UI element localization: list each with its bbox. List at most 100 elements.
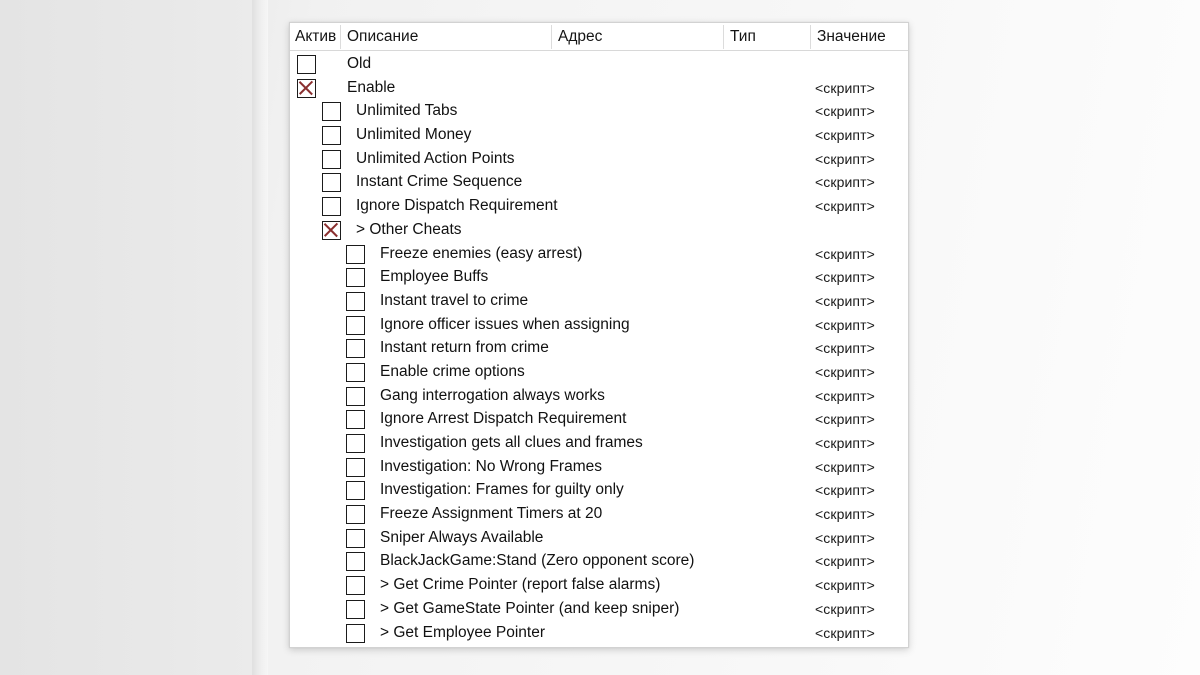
checkbox-checked[interactable] bbox=[322, 220, 341, 240]
column-header-type[interactable]: Тип bbox=[730, 27, 756, 46]
checkbox-unchecked[interactable] bbox=[346, 362, 365, 382]
table-row[interactable]: Ignore Dispatch Requirement <скрипт> bbox=[290, 194, 908, 218]
row-value-label: <скрипт> bbox=[815, 482, 875, 499]
row-value-label: <скрипт> bbox=[815, 269, 875, 286]
table-row[interactable]: Investigation: Frames for guilty only <ск… bbox=[290, 478, 908, 502]
row-description-label: Enable bbox=[347, 78, 396, 96]
row-description-label: BlackJackGame:Stand (Zero opponent score… bbox=[380, 552, 695, 570]
table-row[interactable]: Instant travel to crime <скрипт> bbox=[290, 289, 908, 313]
table-row[interactable]: Ignore Arrest Dispatch Requirement <скрип… bbox=[290, 407, 908, 431]
backdrop-seam bbox=[252, 0, 268, 675]
row-value-label: <скрипт> bbox=[815, 624, 875, 641]
table-row[interactable]: Instant Crime Sequence <скрипт> bbox=[290, 170, 908, 194]
row-description-label: Ignore officer issues when assigning bbox=[380, 315, 630, 333]
table-row[interactable]: > Get Crime Pointer (report false alarms… bbox=[290, 573, 908, 597]
checkbox-unchecked[interactable] bbox=[322, 126, 341, 146]
checkbox-unchecked[interactable] bbox=[346, 339, 365, 359]
cheat-entry-list: Old Enable <скрипт> Unlimited Tabs <скрипт> U… bbox=[290, 51, 908, 644]
checkbox-unchecked[interactable] bbox=[297, 55, 316, 74]
row-value-label: <скрипт> bbox=[815, 577, 875, 594]
table-row[interactable]: BlackJackGame:Stand (Zero opponent score… bbox=[290, 549, 908, 573]
table-row[interactable]: Employee Buffs <скрипт> bbox=[290, 265, 908, 289]
row-value-label: <скрипт> bbox=[815, 127, 875, 144]
row-value-label: <скрипт> bbox=[815, 79, 875, 96]
row-value-label: <скрипт> bbox=[815, 411, 875, 428]
column-separator[interactable] bbox=[810, 25, 811, 49]
table-row[interactable]: Freeze enemies (easy arrest) <скрипт> bbox=[290, 242, 908, 266]
backdrop-left-band bbox=[0, 0, 252, 675]
column-header-description[interactable]: Описание bbox=[347, 27, 418, 46]
checkbox-unchecked[interactable] bbox=[346, 410, 365, 430]
table-row[interactable]: > Other Cheats bbox=[290, 218, 908, 242]
checkbox-unchecked[interactable] bbox=[322, 102, 341, 122]
row-value-label: <скрипт> bbox=[815, 245, 875, 262]
row-value-label: <скрипт> bbox=[815, 316, 875, 333]
row-value-label: <скрипт> bbox=[815, 340, 875, 357]
row-description-label: Gang interrogation always works bbox=[380, 386, 605, 404]
table-row[interactable]: Old bbox=[290, 52, 908, 76]
checkbox-unchecked[interactable] bbox=[346, 291, 365, 311]
screen-root: Актив Описание Адрес Тип Значение Old Ena… bbox=[0, 0, 1200, 675]
table-row[interactable]: > Get Employee Pointer <скрипт> bbox=[290, 621, 908, 645]
table-row[interactable]: Gang interrogation always works <скрипт> bbox=[290, 384, 908, 408]
checkbox-unchecked[interactable] bbox=[322, 149, 341, 169]
row-description-label: Investigation: No Wrong Frames bbox=[380, 457, 602, 475]
row-description-label: > Other Cheats bbox=[356, 220, 462, 238]
table-row[interactable]: Freeze Assignment Timers at 20 <скрипт> bbox=[290, 502, 908, 526]
checkbox-unchecked[interactable] bbox=[322, 173, 341, 193]
row-description-label: Sniper Always Available bbox=[380, 528, 544, 546]
row-value-label: <скрипт> bbox=[815, 529, 875, 546]
table-row[interactable]: Unlimited Money <скрипт> bbox=[290, 123, 908, 147]
table-row[interactable]: Investigation gets all clues and frames <… bbox=[290, 431, 908, 455]
table-row[interactable]: Unlimited Action Points <скрипт> bbox=[290, 147, 908, 171]
checkbox-unchecked[interactable] bbox=[322, 197, 341, 217]
row-description-label: Investigation gets all clues and frames bbox=[380, 434, 643, 451]
column-separator[interactable] bbox=[340, 25, 341, 49]
table-row[interactable]: > Get GameState Pointer (and keep sniper… bbox=[290, 597, 908, 621]
checkbox-unchecked[interactable] bbox=[346, 386, 365, 406]
row-value-label: <скрипт> bbox=[815, 387, 875, 404]
checkbox-unchecked[interactable] bbox=[346, 528, 365, 548]
row-description-label: Freeze enemies (easy arrest) bbox=[380, 244, 583, 262]
row-value-label: <скрипт> bbox=[815, 292, 875, 309]
checkbox-unchecked[interactable] bbox=[346, 505, 365, 525]
checkbox-unchecked[interactable] bbox=[346, 434, 365, 453]
row-value-label: <скрипт> bbox=[815, 435, 875, 451]
checkbox-unchecked[interactable] bbox=[346, 244, 365, 264]
table-row[interactable]: Unlimited Tabs <скрипт> bbox=[290, 99, 908, 123]
row-description-label: Unlimited Tabs bbox=[356, 102, 458, 120]
checkbox-unchecked[interactable] bbox=[346, 552, 365, 572]
row-value-label: <скрипт> bbox=[815, 458, 875, 475]
row-description-label: Instant Crime Sequence bbox=[356, 173, 523, 191]
checkbox-checked[interactable] bbox=[297, 78, 316, 98]
column-separator[interactable] bbox=[723, 25, 724, 49]
row-description-label: > Get Employee Pointer bbox=[380, 623, 545, 641]
row-description-label: Investigation: Frames for guilty only bbox=[380, 481, 624, 499]
row-value-label: <скрипт> bbox=[815, 103, 875, 120]
table-row[interactable]: Sniper Always Available <скрипт> bbox=[290, 526, 908, 550]
table-row[interactable]: Enable crime options <скрипт> bbox=[290, 360, 908, 384]
row-value-label: <скрипт> bbox=[815, 198, 875, 215]
table-row[interactable]: Ignore officer issues when assigning <скр… bbox=[290, 313, 908, 337]
checkbox-unchecked[interactable] bbox=[346, 315, 365, 335]
column-header-address[interactable]: Адрес bbox=[558, 27, 602, 46]
checkbox-unchecked[interactable] bbox=[346, 268, 365, 288]
cheat-table-window: Актив Описание Адрес Тип Значение Old Ena… bbox=[289, 22, 909, 648]
row-description-label: > Get Crime Pointer (report false alarms… bbox=[380, 576, 661, 594]
column-separator[interactable] bbox=[551, 25, 552, 49]
checkbox-unchecked[interactable] bbox=[346, 576, 365, 596]
table-row[interactable]: Enable <скрипт> bbox=[290, 76, 908, 100]
row-description-label: Unlimited Action Points bbox=[356, 149, 515, 167]
column-header-value[interactable]: Значение bbox=[817, 27, 886, 46]
row-description-label: Freeze Assignment Timers at 20 bbox=[380, 505, 603, 523]
checkbox-unchecked[interactable] bbox=[346, 481, 365, 501]
checkbox-unchecked[interactable] bbox=[346, 599, 365, 619]
row-description-label: Ignore Arrest Dispatch Requirement bbox=[380, 410, 627, 428]
checkbox-unchecked[interactable] bbox=[346, 623, 365, 643]
checkbox-unchecked[interactable] bbox=[346, 457, 365, 477]
row-description-label: > Get GameState Pointer (and keep sniper… bbox=[380, 599, 680, 617]
table-row[interactable]: Instant return from crime <скрипт> bbox=[290, 336, 908, 360]
column-header-active[interactable]: Актив bbox=[295, 27, 336, 46]
table-row[interactable]: Investigation: No Wrong Frames <скрипт> bbox=[290, 455, 908, 479]
row-value-label: <скрипт> bbox=[815, 363, 875, 380]
